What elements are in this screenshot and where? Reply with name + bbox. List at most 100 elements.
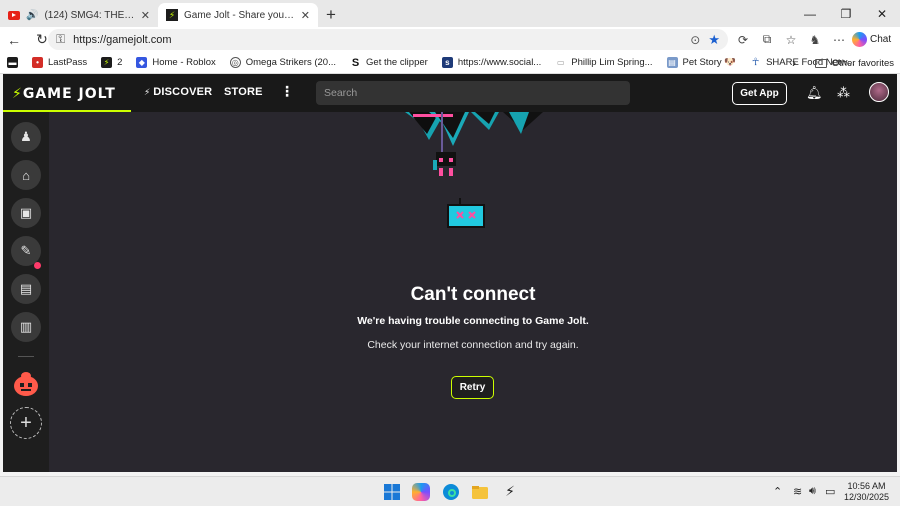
chevron-right-icon[interactable]: › [792, 52, 796, 74]
error-title: Can't connect [410, 284, 536, 305]
bookmark-icon: ▬ [7, 57, 18, 68]
chat-button[interactable]: Chat [852, 30, 898, 49]
nav-store[interactable]: STORE [224, 86, 263, 98]
volume-icon[interactable]: 🔊︎ [809, 485, 816, 498]
favorite-star-icon[interactable]: ★ [708, 32, 720, 48]
maximize-button[interactable]: ❐ [828, 0, 864, 27]
clock-date: 12/30/2025 [844, 492, 890, 502]
pet-story-icon: ▤ [666, 57, 678, 68]
other-favorites-label: Other favorites [831, 57, 894, 69]
sidebar-item-library[interactable]: ▥ [11, 312, 41, 342]
sidebar: ♟ ⌂ ▣ ✎ ▤ ▥ + [3, 112, 49, 472]
favorite-item[interactable]: • LastPass [25, 57, 94, 68]
clock-time: 10:56 AM [847, 481, 886, 491]
favorite-label: Home - Roblox [152, 57, 216, 68]
split-screen-icon[interactable]: ⧉ [756, 32, 778, 47]
gamejolt-logo[interactable]: ⚡GAME JOLT [12, 86, 116, 102]
chat-icon: ▤ [19, 281, 33, 296]
browser-toolbar: ⟳ ⧉ ☆ ♞ ⋯ [732, 27, 850, 52]
taskbar: ⚡ ⌃ ≋ 🔊︎ ▭ 10:56 AM 12/30/2025 [0, 476, 900, 506]
friends-icon[interactable]: ⁂ [837, 85, 850, 101]
windows-start-icon[interactable] [383, 483, 401, 501]
favorite-label: Phillip Lim Spring... [571, 57, 653, 68]
window-controls: — ❐ ✕ [792, 0, 900, 27]
discover-icon: ⚡ [144, 87, 154, 97]
new-tab-button[interactable]: + [318, 3, 344, 27]
favorite-label: Get the clipper [366, 57, 428, 68]
favorite-item[interactable]: ▬ [0, 57, 25, 68]
favorite-item[interactable]: ⚡ 2 [94, 57, 129, 68]
nav-discover[interactable]: ⚡ DISCOVER [144, 86, 212, 98]
favorite-item[interactable]: ▤ Pet Story 🐶 [660, 57, 744, 68]
close-icon[interactable]: ✕ [301, 9, 310, 22]
folder-icon [814, 58, 827, 68]
add-community-button[interactable]: + [10, 407, 42, 439]
explore-icon: ♟ [20, 129, 32, 144]
battery-icon[interactable]: ▭ [825, 485, 835, 498]
lock-icon[interactable]: ⚿ [56, 32, 65, 47]
tab-title: (124) SMG4: THE END - YouTube [44, 9, 134, 21]
gamejolt-icon: ⚡ [101, 57, 113, 68]
favorite-label: Pet Story 🐶 [682, 57, 737, 68]
favorite-item[interactable]: ▭ Phillip Lim Spring... [548, 57, 659, 68]
sidebar-item-chat[interactable]: ▤ [11, 274, 41, 304]
extensions-icon[interactable]: ⟳ [732, 33, 754, 47]
more-icon[interactable]: ⋯ [828, 33, 850, 47]
logo-text: GAME JOLT [22, 86, 116, 102]
close-window-button[interactable]: ✕ [864, 0, 900, 27]
gamejolt-taskbar-icon[interactable]: ⚡ [501, 483, 519, 501]
youtube-icon [8, 10, 20, 20]
share-icon: ☥ [750, 57, 762, 68]
bell-icon[interactable]: 🔔︎ [806, 85, 823, 101]
address-bar[interactable]: ⚿ https://gamejolt.com ⊙ ★ [48, 29, 728, 50]
copilot-taskbar-icon[interactable] [412, 483, 430, 501]
search-input[interactable]: Search [316, 81, 630, 105]
community-icon[interactable] [11, 368, 41, 398]
error-illustration [405, 112, 543, 228]
back-button[interactable]: ← [0, 32, 28, 48]
favorite-item[interactable]: ◎ Omega Strikers (20... [223, 57, 343, 68]
favorite-item[interactable]: s https://www.social... [435, 57, 548, 68]
taskbar-clock[interactable]: 10:56 AM 12/30/2025 [844, 481, 889, 503]
roblox-icon: ◆ [136, 57, 148, 68]
minimize-button[interactable]: — [792, 0, 828, 27]
dash-icon: ▭ [555, 57, 567, 68]
more-vertical-icon[interactable]: ⋮ [280, 83, 294, 100]
store-icon: ⌂ [22, 167, 30, 183]
error-subtitle: We're having trouble connecting to Game … [357, 315, 589, 327]
favorites-bar: ▬ • LastPass ⚡ 2 ◆ Home - Roblox ◎ Omega… [0, 52, 900, 74]
retry-button[interactable]: Retry [451, 376, 494, 399]
error-message: Check your internet connection and try a… [367, 339, 579, 351]
edge-icon[interactable] [442, 483, 460, 501]
backpack-icon: ▣ [19, 205, 33, 220]
favorite-label: https://www.social... [457, 57, 542, 68]
other-favorites[interactable]: Other favorites [814, 52, 894, 74]
wifi-icon[interactable]: ≋ [793, 485, 802, 498]
get-app-button[interactable]: Get App [732, 82, 787, 105]
tab-gamejolt[interactable]: ⚡ Game Jolt - Share your creations ✕ [158, 3, 318, 27]
favorite-item[interactable]: ◆ Home - Roblox [129, 57, 222, 68]
chevron-up-icon[interactable]: ⌃ [773, 485, 782, 498]
library-icon: ▥ [19, 319, 33, 334]
top-nav: ⚡GAME JOLT ⚡ DISCOVER STORE ⋮ Search Get… [3, 74, 897, 112]
url-text[interactable]: https://gamejolt.com [73, 34, 682, 46]
notification-dot [34, 262, 41, 269]
sidebar-item-backpack[interactable]: ▣ [11, 198, 41, 228]
sidebar-item-discover[interactable]: ♟ [11, 122, 41, 152]
copilot-icon [852, 32, 867, 47]
gamejolt-icon: ⚡ [166, 9, 178, 21]
sidebar-item-store[interactable]: ⌂ [11, 160, 41, 190]
favorites-icon[interactable]: ☆ [780, 33, 802, 47]
main-content: Can't connect We're having trouble conne… [49, 112, 897, 472]
favorite-label: Omega Strikers (20... [245, 57, 337, 68]
avatar[interactable] [869, 82, 889, 102]
close-icon[interactable]: ✕ [141, 9, 150, 22]
favorite-label: LastPass [48, 57, 88, 68]
reading-view-icon[interactable]: ⊙ [690, 33, 700, 47]
profile-icon[interactable]: ♞ [804, 33, 826, 47]
file-explorer-icon[interactable] [471, 483, 489, 501]
address-row: ← ↻ ⚿ https://gamejolt.com ⊙ ★ ⟳ ⧉ ☆ ♞ ⋯… [0, 27, 900, 52]
tab-youtube[interactable]: 🔊 (124) SMG4: THE END - YouTube ✕ [0, 3, 158, 27]
favorite-item[interactable]: S Get the clipper [343, 57, 435, 69]
speaker-icon[interactable]: 🔊 [26, 10, 38, 21]
